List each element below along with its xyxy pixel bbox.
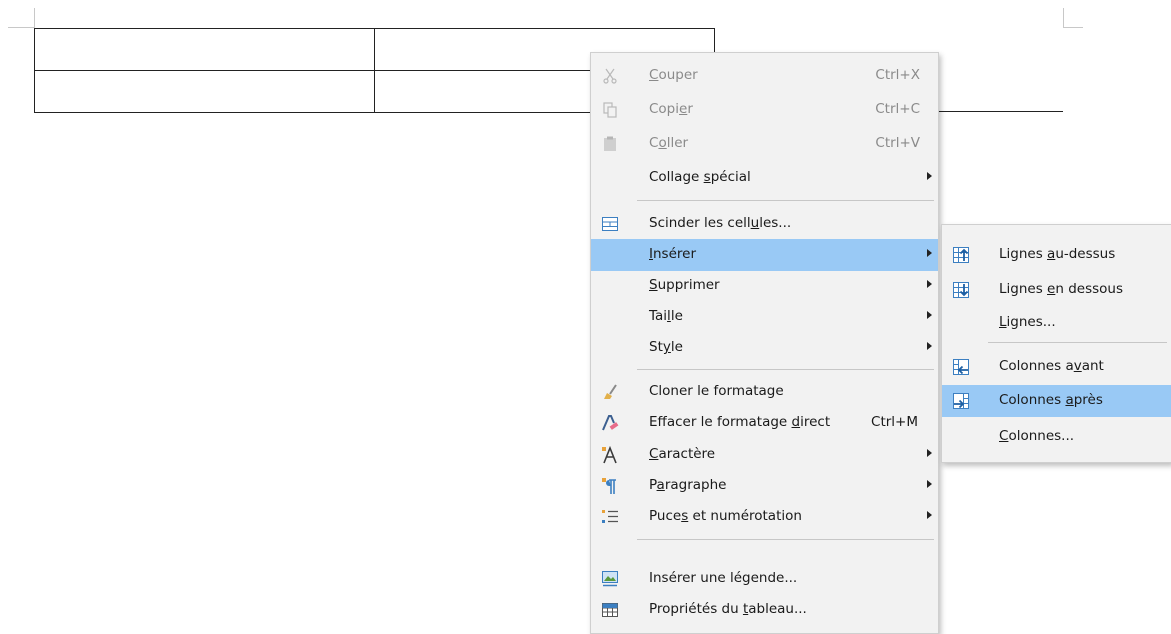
insert-rows-below-icon <box>952 281 970 299</box>
shortcut-label: Ctrl+C <box>875 101 920 117</box>
menu-item-clear-direct-formatting[interactable]: Effacer le formatage direct Ctrl+M <box>591 407 938 439</box>
insert-submenu: Lignes au-dessus Lignes en dessous Ligne… <box>941 224 1171 463</box>
menu-item-clone-formatting[interactable]: Cloner le formatage <box>591 376 938 408</box>
menu-item-paragraph[interactable]: Paragraphe <box>591 470 938 502</box>
menu-item-table-properties[interactable]: Propriétés du tableau... <box>591 594 938 626</box>
submenu-arrow-icon <box>927 172 932 180</box>
insert-rows-above-icon <box>952 246 970 264</box>
menu-item-paste[interactable]: Coller Ctrl+V <box>591 128 938 160</box>
menu-item-style[interactable]: Style <box>591 332 938 364</box>
menu-item-delete[interactable]: Supprimer <box>591 270 938 302</box>
submenu-item-rows-below[interactable]: Lignes en dessous <box>942 274 1171 306</box>
table-cell[interactable] <box>34 28 375 71</box>
cut-icon <box>601 67 619 85</box>
submenu-item-rows-above[interactable]: Lignes au-dessus <box>942 239 1171 271</box>
menu-separator <box>637 200 934 201</box>
menu-item-size[interactable]: Taille <box>591 301 938 333</box>
menu-item-insert[interactable]: Insérer <box>591 239 938 271</box>
menu-item-paste-special[interactable]: Collage spécial <box>591 162 938 194</box>
table-border <box>938 111 1063 112</box>
table-properties-icon <box>601 601 619 619</box>
shortcut-label: Ctrl+M <box>871 414 918 430</box>
submenu-arrow-icon <box>927 449 932 457</box>
clone-formatting-icon <box>601 383 619 401</box>
clear-formatting-icon <box>601 414 619 432</box>
split-cells-icon <box>601 215 619 233</box>
submenu-arrow-icon <box>927 311 932 319</box>
submenu-item-columns-after[interactable]: Colonnes après <box>942 385 1171 417</box>
page-corner-mark <box>1063 8 1064 28</box>
insert-columns-after-icon <box>952 392 970 410</box>
paste-icon <box>601 135 619 153</box>
menu-item-copy[interactable]: Copier Ctrl+C <box>591 94 938 126</box>
submenu-arrow-icon <box>927 249 932 257</box>
menu-separator <box>637 369 934 370</box>
submenu-item-columns-before[interactable]: Colonnes avant <box>942 351 1171 383</box>
submenu-item-rows-dialog[interactable]: Lignes... <box>942 307 1171 339</box>
paragraph-icon <box>601 477 619 495</box>
page-corner-mark <box>34 8 35 28</box>
menu-item-insert-caption[interactable]: Insérer une légende... <box>591 563 938 595</box>
submenu-arrow-icon <box>927 342 932 350</box>
shortcut-label: Ctrl+V <box>875 135 920 151</box>
menu-separator <box>637 539 934 540</box>
insert-columns-before-icon <box>952 358 970 376</box>
menu-item-cut[interactable]: Couper Ctrl+X <box>591 60 938 92</box>
menu-item-character[interactable]: Caractère <box>591 439 938 471</box>
menu-item-bullets-numbering[interactable]: Puces et numérotation <box>591 501 938 533</box>
page-corner-mark <box>1063 27 1083 28</box>
submenu-item-columns-dialog[interactable]: Colonnes... <box>942 421 1171 453</box>
shortcut-label: Ctrl+X <box>875 67 920 83</box>
submenu-arrow-icon <box>927 511 932 519</box>
submenu-arrow-icon <box>927 480 932 488</box>
submenu-arrow-icon <box>927 280 932 288</box>
character-icon <box>601 446 619 464</box>
page-corner-mark <box>8 27 34 28</box>
menu-separator <box>988 342 1167 343</box>
bullets-numbering-icon <box>601 508 619 526</box>
table-cell[interactable] <box>34 70 375 113</box>
insert-caption-icon <box>601 570 619 588</box>
copy-icon <box>601 101 619 119</box>
menu-item-split-cells[interactable]: Scinder les cellules... <box>591 208 938 240</box>
context-menu: Couper Ctrl+X Copier Ctrl+C Coller Ctrl+… <box>590 52 939 634</box>
